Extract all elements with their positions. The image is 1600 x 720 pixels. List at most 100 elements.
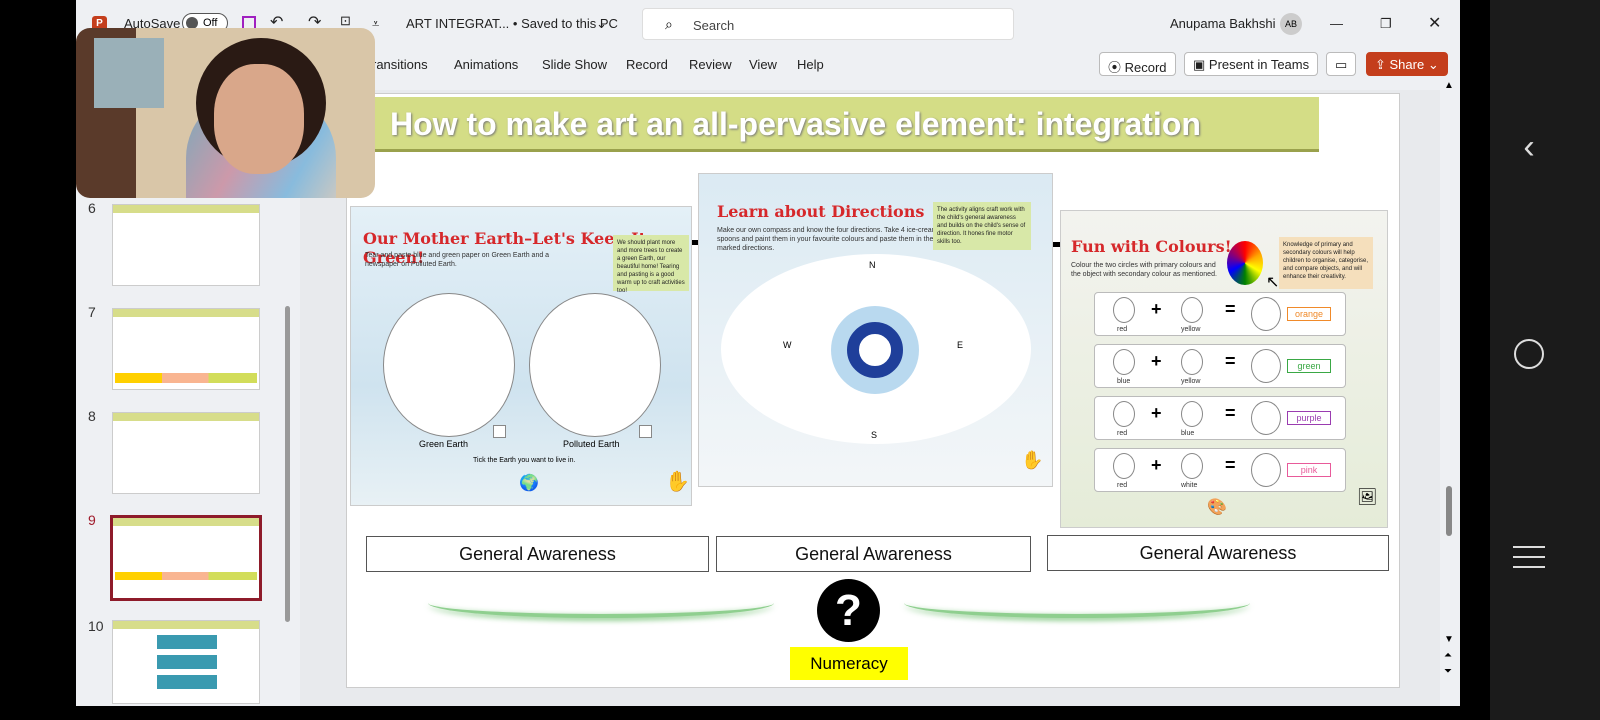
tab-slide-show[interactable]: Slide Show: [542, 57, 607, 72]
equals-sign: =: [1225, 403, 1236, 423]
easel-icon: 🖼: [1357, 489, 1378, 506]
colour-circle-b: [1181, 297, 1203, 323]
thumbnail-scrollbar[interactable]: [285, 306, 290, 622]
colour-name: red: [1117, 430, 1128, 437]
object-outline: [1251, 349, 1281, 383]
equals-sign: =: [1225, 455, 1236, 475]
activity-panel-directions: Learn about Directions Make our own comp…: [698, 173, 1053, 487]
hand-logo-icon: ✋: [1021, 450, 1044, 470]
tab-review[interactable]: Review: [689, 57, 732, 72]
object-outline: [1251, 297, 1281, 331]
share-button[interactable]: ⇪ Share ⌄: [1366, 52, 1448, 76]
panel-instructions: Make our own compass and know the four d…: [717, 227, 938, 252]
tab-animations[interactable]: Animations: [454, 57, 518, 72]
equals-sign: =: [1225, 351, 1236, 371]
compass-ring: [847, 322, 903, 378]
thumbnail-number: 7: [88, 304, 96, 320]
left-arrow-curve: [428, 588, 774, 618]
colour-name: red: [1117, 326, 1128, 333]
avatar[interactable]: AB: [1280, 13, 1302, 35]
green-earth-circle: [383, 293, 515, 437]
teacher-note: The activity aligns craft work with the …: [933, 202, 1031, 250]
panel-title: Fun with Colours!: [1071, 237, 1232, 256]
next-slide-icon[interactable]: ⏷: [1444, 666, 1452, 677]
video-call-overlay[interactable]: [76, 28, 375, 198]
label-general-awareness: General Awareness: [1047, 535, 1389, 571]
polluted-earth-circle: [529, 293, 661, 437]
back-icon[interactable]: ‹: [1512, 128, 1546, 167]
south-label: S: [871, 430, 878, 440]
colour-mix-row: red + blue = purple: [1094, 396, 1346, 440]
result-colour-label: pink: [1287, 463, 1331, 477]
present-in-teams-button[interactable]: ▣ Present in Teams: [1184, 52, 1319, 76]
west-label: W: [783, 340, 792, 350]
slide-thumbnail-10[interactable]: [112, 620, 260, 704]
document-title[interactable]: ART INTEGRAT... • Saved to this PC: [406, 16, 618, 31]
slide-scrollbar[interactable]: [1446, 486, 1452, 536]
android-nav-bar: [1490, 0, 1600, 720]
home-icon[interactable]: [1514, 339, 1544, 369]
search-icon: ⌕: [665, 16, 673, 32]
plus-sign: +: [1151, 299, 1162, 319]
thumbnail-number: 10: [88, 618, 104, 634]
colour-mix-row: blue + yellow = green: [1094, 344, 1346, 388]
green-earth-checkbox[interactable]: [493, 425, 506, 438]
teacher-note: We should plant more and more trees to c…: [613, 235, 689, 294]
search-input[interactable]: ⌕ Search: [642, 8, 1014, 40]
menu-icon[interactable]: [1513, 546, 1545, 568]
minimize-button[interactable]: —: [1330, 16, 1343, 31]
chevron-down-icon[interactable]: ⌄: [596, 16, 607, 32]
green-earth-label: Green Earth: [419, 439, 469, 449]
slide-thumbnail-6[interactable]: [112, 204, 260, 286]
teacher-note: Knowledge of primary and secondary colou…: [1279, 237, 1373, 289]
palette-icon: 🎨: [1207, 499, 1227, 516]
colour-mix-row: red + yellow = orange: [1094, 292, 1346, 336]
east-label: E: [957, 340, 964, 350]
tab-view[interactable]: View: [749, 57, 777, 72]
tab-record[interactable]: Record: [626, 57, 668, 72]
polluted-earth-label: Polluted Earth: [563, 439, 620, 449]
thumbnail-number: 6: [88, 200, 96, 216]
label-general-awareness: General Awareness: [716, 536, 1031, 572]
previous-slide-icon[interactable]: ⏶: [1444, 650, 1452, 661]
colour-wheel-icon: [1227, 241, 1263, 285]
customize-toolbar-icon[interactable]: ⩡: [372, 16, 379, 32]
colour-circle-a: [1113, 349, 1135, 375]
mouse-cursor: ↖: [1266, 274, 1280, 291]
present-from-start-icon[interactable]: ⊡: [340, 13, 351, 29]
globe-icon: 🌍: [519, 475, 539, 492]
colour-name: white: [1181, 482, 1198, 489]
activity-panel-earth: Our Mother Earth–Let's Keep It Green! Te…: [350, 206, 692, 506]
scroll-down-icon[interactable]: ▼: [1444, 634, 1454, 645]
slide-thumbnail-7[interactable]: [112, 308, 260, 390]
north-label: N: [869, 260, 876, 270]
polluted-earth-checkbox[interactable]: [639, 425, 652, 438]
connector: [1053, 242, 1060, 247]
colour-circle-a: [1113, 453, 1135, 479]
comments-button[interactable]: ▭: [1326, 52, 1356, 76]
colour-name: yellow: [1181, 326, 1201, 333]
label-general-awareness: General Awareness: [366, 536, 709, 572]
colour-name: blue: [1117, 378, 1131, 385]
slide-thumbnail-9-selected[interactable]: [110, 515, 262, 601]
restore-button[interactable]: ❐: [1380, 16, 1392, 32]
close-button[interactable]: ✕: [1428, 13, 1441, 33]
equals-sign: =: [1225, 299, 1236, 319]
tab-help[interactable]: Help: [797, 57, 824, 72]
colour-circle-b: [1181, 349, 1203, 375]
colour-name: red: [1117, 482, 1128, 489]
record-button[interactable]: ⦿ Record: [1099, 52, 1176, 76]
panel-footer: Tick the Earth you want to live in.: [473, 457, 576, 464]
colour-name: blue: [1181, 430, 1195, 437]
question-mark-icon: ?: [817, 579, 880, 642]
colour-circle-a: [1113, 297, 1135, 323]
panel-instructions: Tear and paste blue and green paper on G…: [365, 252, 550, 268]
colour-circle-b: [1181, 401, 1203, 427]
object-outline: [1251, 453, 1281, 487]
plus-sign: +: [1151, 351, 1162, 371]
slide-thumbnail-8[interactable]: [112, 412, 260, 494]
tab-transitions[interactable]: ransitions: [372, 57, 428, 72]
plus-sign: +: [1151, 403, 1162, 423]
result-colour-label: green: [1287, 359, 1331, 373]
scroll-up-icon[interactable]: ▲: [1444, 80, 1454, 91]
